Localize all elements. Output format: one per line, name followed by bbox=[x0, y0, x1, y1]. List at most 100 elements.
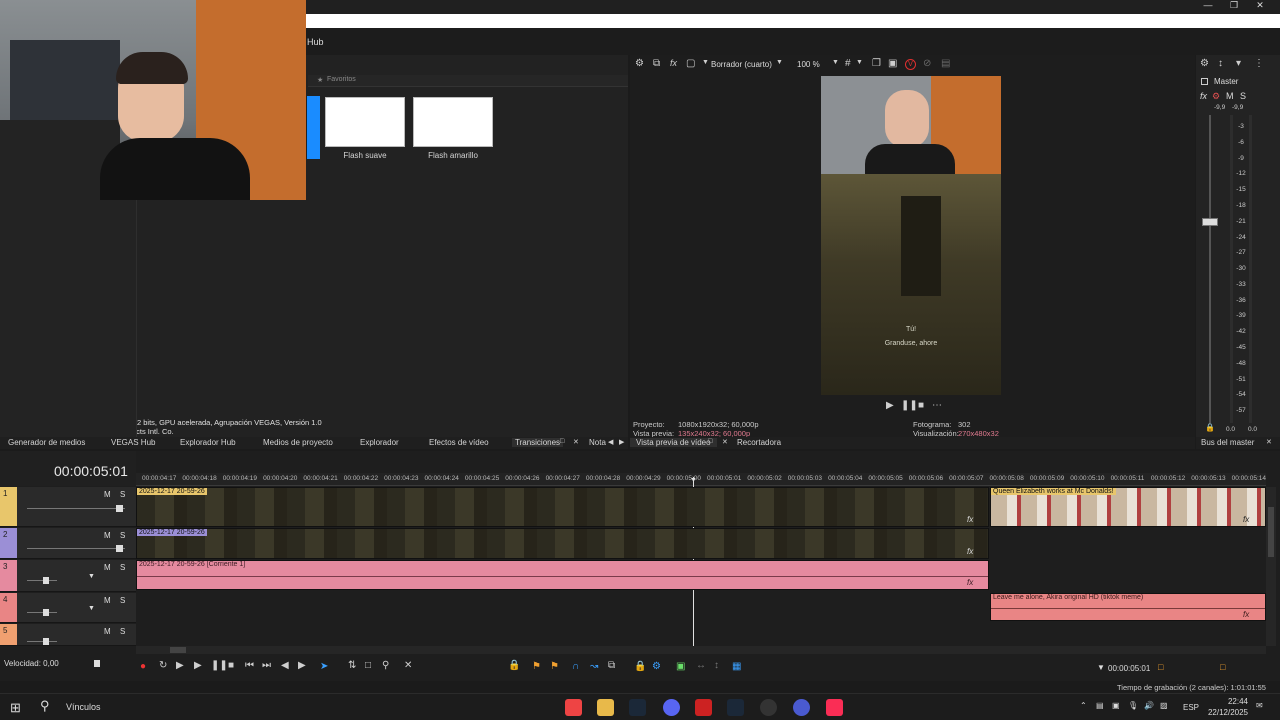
fx-icon[interactable]: fx bbox=[670, 59, 677, 68]
tab-vegas-hub[interactable]: VEGAS Hub bbox=[111, 438, 155, 447]
game-app-icon[interactable] bbox=[695, 699, 712, 716]
track-2-mute[interactable]: M bbox=[104, 531, 111, 540]
track-header-3[interactable]: 3 M S ▼ bbox=[0, 560, 136, 592]
grid-icon[interactable]: # bbox=[845, 59, 851, 69]
track-2-level-handle[interactable] bbox=[116, 545, 123, 552]
stop-icon[interactable]: ■ bbox=[918, 401, 924, 411]
tray-monitor-icon[interactable]: ▤ bbox=[1096, 701, 1104, 710]
a4-fx-icon[interactable]: fx bbox=[1243, 610, 1249, 619]
track-3-volume-handle[interactable] bbox=[43, 577, 49, 584]
track-2-level-slider[interactable] bbox=[27, 548, 125, 549]
delete-icon[interactable]: ✕ bbox=[404, 661, 412, 671]
master-settings-icon[interactable]: ⚙ bbox=[1200, 59, 1209, 69]
music-icon[interactable] bbox=[826, 699, 843, 716]
chrome-icon[interactable] bbox=[565, 699, 582, 716]
play-from-start-icon[interactable]: ▶ bbox=[176, 661, 184, 671]
track-5-mute[interactable]: M bbox=[104, 627, 111, 636]
horizontal-scroll-thumb[interactable] bbox=[170, 647, 186, 653]
vegas-v-icon[interactable]: V bbox=[905, 59, 916, 70]
copy-frame-icon[interactable]: ❐ bbox=[872, 59, 881, 69]
master-solo-button[interactable]: S bbox=[1240, 91, 1246, 101]
track-header-1[interactable]: 1 M S bbox=[0, 487, 136, 527]
track-4-dropdown-icon[interactable]: ▼ bbox=[88, 605, 95, 612]
tray-mic-icon[interactable]: 🎙 bbox=[1128, 701, 1138, 710]
track-header-5[interactable]: 5 M S bbox=[0, 624, 136, 646]
tab-preview-undock-icon[interactable]: □ bbox=[708, 438, 712, 445]
menu-item-hub[interactable]: Hub bbox=[307, 37, 324, 47]
video-clip-track1[interactable]: 2025-12-17 20-59-26 fx bbox=[136, 487, 989, 527]
region-icon[interactable]: ⚑ bbox=[550, 661, 559, 672]
tab-project-media[interactable]: Medios de proyecto bbox=[263, 438, 333, 447]
tab-media-generators[interactable]: Generador de medios bbox=[8, 438, 85, 447]
tab-explorer[interactable]: Explorador bbox=[360, 438, 399, 447]
timeline-play-icon[interactable]: ▶ bbox=[194, 661, 202, 671]
track-1-solo[interactable]: S bbox=[120, 490, 125, 499]
tab-scroll-right-icon[interactable]: ▶ bbox=[619, 438, 624, 446]
clock-time[interactable]: 22:44 bbox=[1214, 697, 1248, 706]
v2-fx-icon[interactable]: fx bbox=[967, 547, 973, 556]
track-3-volume-slider[interactable] bbox=[27, 580, 57, 581]
obs-icon[interactable] bbox=[760, 699, 777, 716]
snapping-icon[interactable]: ∩ bbox=[572, 661, 579, 672]
track-header-2[interactable]: 2 M S bbox=[0, 528, 136, 559]
tab-scroll-left-icon[interactable]: ◀ bbox=[608, 438, 613, 446]
discord-icon[interactable] bbox=[663, 699, 680, 716]
timeline-end-icon[interactable]: □ bbox=[1220, 662, 1225, 672]
tab-transitions[interactable]: Transiciones bbox=[512, 438, 564, 447]
a3-fx-icon[interactable]: fx bbox=[967, 578, 973, 587]
go-end-icon[interactable]: ⏭ bbox=[262, 661, 271, 671]
end-marker-icon[interactable]: ▼ bbox=[1097, 663, 1105, 672]
render-icon[interactable]: ▦ bbox=[732, 661, 741, 672]
track-3-dropdown-icon[interactable]: ▼ bbox=[88, 573, 95, 580]
timeline-pause-icon[interactable]: ❚❚ bbox=[211, 661, 228, 671]
track-5-volume-slider[interactable] bbox=[27, 641, 57, 642]
master-more-icon[interactable]: ⋮ bbox=[1254, 59, 1264, 69]
vertical-scrollbar[interactable] bbox=[1266, 487, 1276, 646]
track-4-volume-handle[interactable] bbox=[43, 609, 49, 616]
quality-chevron-icon[interactable]: ▼ bbox=[776, 59, 783, 66]
flash-suave-thumb[interactable] bbox=[325, 97, 405, 147]
tab-transitions-undock-icon[interactable]: □ bbox=[560, 438, 564, 445]
close-icon[interactable]: ✕ bbox=[1248, 0, 1272, 14]
tab-notes[interactable]: Nota bbox=[589, 438, 606, 447]
track-3-solo[interactable]: S bbox=[120, 563, 125, 572]
video-clip-queen[interactable]: Queen Elizabeth works at Mc Donalds! fx bbox=[990, 487, 1266, 527]
vertical-scroll-thumb[interactable] bbox=[1268, 507, 1274, 557]
horizontal-scrollbar[interactable] bbox=[136, 646, 1266, 654]
v1-fx-icon[interactable]: fx bbox=[967, 515, 973, 524]
track-4-solo[interactable]: S bbox=[120, 596, 125, 605]
track-2-solo[interactable]: S bbox=[120, 531, 125, 540]
track-5-solo[interactable]: S bbox=[120, 627, 125, 636]
tray-battery-icon[interactable]: ▨ bbox=[1160, 701, 1168, 710]
tab-trimmer[interactable]: Recortadora bbox=[737, 438, 781, 447]
v1b-fx-icon[interactable]: fx bbox=[1243, 515, 1249, 524]
record-icon[interactable]: ● bbox=[140, 661, 146, 672]
play-icon[interactable]: ▶ bbox=[886, 401, 894, 411]
minimize-icon[interactable]: — bbox=[1196, 0, 1220, 14]
zoom-chevron-icon[interactable]: ▼ bbox=[832, 59, 839, 66]
tab-video-preview[interactable]: Vista previa de vídeo bbox=[630, 438, 717, 447]
preview-quality[interactable]: Borrador (cuarto) bbox=[711, 60, 772, 69]
tray-network-icon[interactable]: ▣ bbox=[1112, 701, 1120, 710]
timeline-stop-icon[interactable]: ■ bbox=[228, 661, 234, 671]
track-5-volume-handle[interactable] bbox=[43, 638, 49, 645]
track-header-4[interactable]: 4 M S ▼ bbox=[0, 593, 136, 623]
notifications-icon[interactable]: ✉ bbox=[1256, 701, 1263, 710]
master-checkbox-icon[interactable] bbox=[1201, 78, 1208, 85]
tray-volume-icon[interactable]: 🔊 bbox=[1144, 701, 1154, 710]
selection-tool-icon[interactable]: □ bbox=[365, 661, 371, 671]
tab-transitions-close-icon[interactable]: ✕ bbox=[573, 438, 579, 446]
track-3-mute[interactable]: M bbox=[104, 563, 111, 572]
speed-handle[interactable] bbox=[94, 660, 100, 667]
track-1-level-slider[interactable] bbox=[27, 508, 125, 509]
tab-preview-close-icon[interactable]: ✕ bbox=[722, 438, 728, 446]
audio-clip-track4[interactable]: Leave me alone, Akira original HD (tikto… bbox=[990, 593, 1266, 621]
master-fader-handle[interactable] bbox=[1202, 218, 1218, 226]
lock-icon[interactable]: 🔒 bbox=[1205, 423, 1215, 432]
vegas-icon[interactable] bbox=[793, 699, 810, 716]
tab-video-fx[interactable]: Efectos de vídeo bbox=[429, 438, 489, 447]
normal-edit-tool-icon[interactable]: ➤ bbox=[320, 661, 328, 672]
dropdown-icon[interactable]: ▼ bbox=[702, 59, 709, 66]
plugin-chooser-icon[interactable]: ▣ bbox=[676, 661, 685, 672]
loop-icon[interactable]: ↻ bbox=[159, 661, 167, 671]
